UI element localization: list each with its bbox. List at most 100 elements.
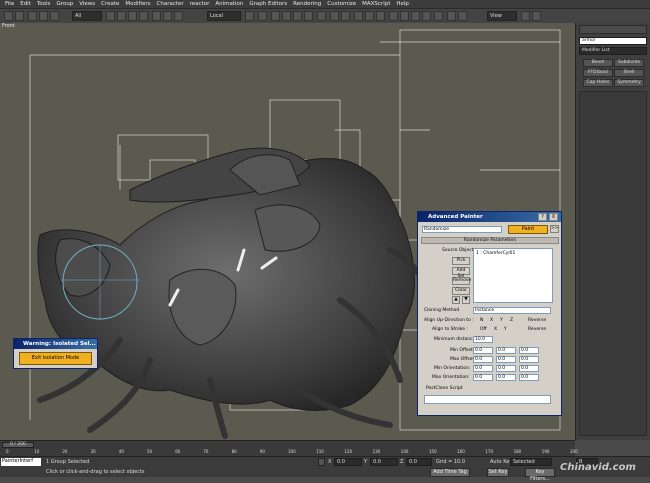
menu-file[interactable]: File bbox=[2, 0, 17, 9]
snap-toggle-icon[interactable] bbox=[271, 11, 280, 21]
min-offset-z[interactable]: 0.0 bbox=[519, 347, 539, 354]
cap-holes-button[interactable]: Cap Holes bbox=[583, 79, 613, 87]
modifier-stack[interactable] bbox=[579, 91, 647, 436]
symmetry-button[interactable]: Symmetry bbox=[614, 79, 644, 87]
pick-button[interactable]: Pick bbox=[452, 257, 470, 265]
radio-x[interactable]: X bbox=[490, 318, 493, 323]
menu-maxscript[interactable]: MAXScript bbox=[359, 0, 393, 9]
window-crossing-icon[interactable] bbox=[139, 11, 148, 21]
unlink-icon[interactable] bbox=[39, 11, 48, 21]
max-offset-x[interactable]: 0.0 bbox=[473, 356, 493, 363]
warning-title[interactable]: Warning: Isolated Sel... bbox=[14, 339, 97, 349]
quick-render-icon[interactable] bbox=[422, 11, 431, 21]
x-coordinate-field[interactable]: 0.0 bbox=[334, 458, 362, 466]
set-key-button[interactable]: Set Key bbox=[487, 468, 509, 477]
bevel-button[interactable]: Bevel bbox=[583, 59, 613, 67]
mode-select[interactable]: Randomize bbox=[422, 226, 502, 233]
selection-filter-select[interactable]: All bbox=[72, 11, 102, 21]
grid-icon[interactable] bbox=[447, 11, 456, 21]
rect-selection-icon[interactable] bbox=[128, 11, 137, 21]
spinner-snap-icon[interactable] bbox=[304, 11, 313, 21]
teapot-icon[interactable] bbox=[434, 11, 443, 21]
curve-editor-icon[interactable] bbox=[365, 11, 374, 21]
min-orient-x[interactable]: 0.0 bbox=[473, 365, 493, 372]
randomize-parameters-rollout[interactable]: Randomize Parameters bbox=[421, 237, 559, 244]
schematic-view-icon[interactable] bbox=[376, 11, 385, 21]
menu-graph-editors[interactable]: Graph Editors bbox=[246, 0, 290, 9]
menu-help[interactable]: Help bbox=[393, 0, 412, 9]
material-editor-icon[interactable] bbox=[389, 11, 398, 21]
key-filters-button[interactable]: Key Filters... bbox=[525, 468, 555, 482]
select-by-name-icon[interactable] bbox=[117, 11, 126, 21]
maxscript-listener[interactable]: PainterInterf bbox=[1, 458, 41, 466]
scale-icon[interactable] bbox=[174, 11, 183, 21]
help-button[interactable]: ? bbox=[538, 213, 547, 221]
render-icon[interactable] bbox=[521, 11, 530, 21]
named-selection-icon[interactable] bbox=[317, 11, 326, 21]
menu-create[interactable]: Create bbox=[98, 0, 122, 9]
shell-button[interactable]: Shell bbox=[614, 69, 644, 77]
z-coordinate-field[interactable]: 0.0 bbox=[406, 458, 432, 466]
select-object-icon[interactable] bbox=[106, 11, 115, 21]
cloning-method-select[interactable]: Instance bbox=[473, 307, 551, 314]
move-icon[interactable] bbox=[152, 11, 161, 21]
source-object-list[interactable]: 1 : ChamferCyl01 bbox=[473, 248, 553, 303]
radio-n[interactable]: N bbox=[480, 318, 483, 323]
max-orient-x[interactable]: 0.0 bbox=[473, 374, 493, 381]
link-icon[interactable] bbox=[28, 11, 37, 21]
reference-coordinate-select[interactable]: Local bbox=[207, 11, 241, 21]
reverse-checkbox-1[interactable]: Reverse bbox=[528, 318, 546, 323]
render-last-icon[interactable] bbox=[532, 11, 541, 21]
timeline[interactable]: 0 / 200 0 10 20 30 40 50 60 70 80 90 100 110 120 130 1… bbox=[0, 440, 578, 456]
selected-select[interactable]: Selected bbox=[510, 458, 552, 466]
expand-button[interactable]: >> bbox=[550, 225, 559, 233]
object-name-field[interactable]: armor bbox=[579, 37, 647, 45]
clear-button[interactable]: Clear bbox=[452, 287, 470, 295]
reverse-checkbox-2[interactable]: Reverse bbox=[528, 327, 546, 332]
camera-icon[interactable] bbox=[458, 11, 467, 21]
radio-z[interactable]: Z bbox=[510, 318, 513, 323]
view-select[interactable]: View bbox=[487, 11, 517, 21]
viewport-label[interactable]: Front bbox=[2, 23, 15, 29]
max-offset-z[interactable]: 0.0 bbox=[519, 356, 539, 363]
menu-group[interactable]: Group bbox=[53, 0, 76, 9]
menu-rendering[interactable]: Rendering bbox=[290, 0, 324, 9]
percent-snap-icon[interactable] bbox=[293, 11, 302, 21]
min-orient-z[interactable]: 0.0 bbox=[519, 365, 539, 372]
menu-modifiers[interactable]: Modifiers bbox=[122, 0, 153, 9]
panel-tabs[interactable] bbox=[579, 25, 647, 34]
render-frame-icon[interactable] bbox=[411, 11, 420, 21]
menu-views[interactable]: Views bbox=[76, 0, 98, 9]
auto-key-button[interactable]: Auto Key bbox=[490, 459, 512, 465]
ffd-box-button[interactable]: FFD(box) bbox=[583, 69, 613, 77]
add-time-tag-button[interactable]: Add Time Tag bbox=[430, 468, 470, 477]
min-distance-field[interactable]: 10.0 bbox=[473, 336, 493, 343]
postclone-script-field[interactable] bbox=[424, 395, 551, 404]
close-button[interactable]: X bbox=[549, 213, 558, 221]
menu-animation[interactable]: Animation bbox=[212, 0, 246, 9]
lock-icon[interactable] bbox=[318, 458, 325, 466]
undo-icon[interactable] bbox=[4, 11, 13, 21]
remove-button[interactable]: Remove bbox=[452, 277, 471, 285]
y-coordinate-field[interactable]: 0.0 bbox=[370, 458, 398, 466]
pivot-center-icon[interactable] bbox=[245, 11, 254, 21]
align-icon[interactable] bbox=[341, 11, 350, 21]
max-orient-z[interactable]: 0.0 bbox=[519, 374, 539, 381]
layer-manager-icon[interactable] bbox=[354, 11, 363, 21]
menu-edit[interactable]: Edit bbox=[17, 0, 34, 9]
min-offset-x[interactable]: 0.0 bbox=[473, 347, 493, 354]
menu-customize[interactable]: Customize bbox=[324, 0, 359, 9]
exit-isolation-button[interactable]: Exit Isolation Mode bbox=[19, 352, 92, 365]
radio-y[interactable]: Y bbox=[500, 318, 503, 323]
angle-snap-icon[interactable] bbox=[282, 11, 291, 21]
add-sel-button[interactable]: Add Sel bbox=[452, 267, 470, 279]
render-setup-icon[interactable] bbox=[400, 11, 409, 21]
bind-space-warp-icon[interactable] bbox=[50, 11, 59, 21]
redo-icon[interactable] bbox=[15, 11, 24, 21]
modifier-list-select[interactable]: Modifier List bbox=[579, 47, 647, 55]
radio-off[interactable]: Off bbox=[480, 327, 487, 332]
select-manipulate-icon[interactable] bbox=[258, 11, 267, 21]
radio-stroke-y[interactable]: Y bbox=[504, 327, 507, 332]
max-offset-y[interactable]: 0.0 bbox=[496, 356, 516, 363]
move-down-button[interactable]: ▼ bbox=[462, 296, 470, 304]
